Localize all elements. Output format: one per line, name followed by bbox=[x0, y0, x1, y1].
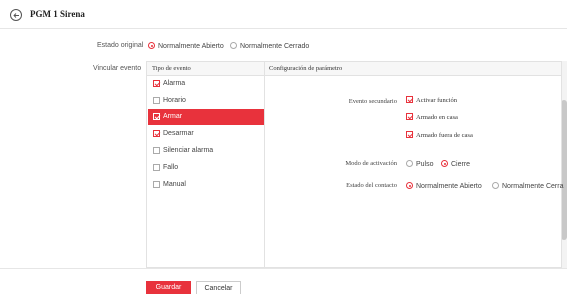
col-header-tipo-evento: Tipo de evento bbox=[152, 65, 191, 72]
radio-cierre[interactable]: Cierre bbox=[441, 160, 470, 168]
radio-normalmente-abierto[interactable]: Normalmente Abierto bbox=[148, 42, 224, 50]
checkbox-checked[interactable] bbox=[153, 80, 160, 87]
radio-contacto-normalmente-cerrado[interactable]: Normalmente Cerra bbox=[492, 182, 563, 190]
checkbox-armado-en-casa[interactable]: Armado en casa bbox=[406, 113, 458, 121]
event-item-silenciar-alarma[interactable]: Silenciar alarma bbox=[148, 143, 264, 159]
checkbox-checked[interactable] bbox=[406, 131, 413, 138]
event-item-desarmar[interactable]: Desarmar bbox=[148, 126, 264, 142]
radio-pulso[interactable]: Pulso bbox=[406, 160, 434, 168]
estado-contacto-label: Estado del contacto bbox=[346, 182, 397, 189]
radio-contacto-normalmente-abierto[interactable]: Normalmente Abierto bbox=[406, 182, 482, 190]
checkbox[interactable] bbox=[153, 164, 160, 171]
radio-button[interactable] bbox=[230, 42, 237, 49]
panel-header bbox=[147, 62, 561, 76]
event-item-fallo[interactable]: Fallo bbox=[148, 160, 264, 176]
radio-button-checked[interactable] bbox=[406, 182, 413, 189]
vincular-evento-label: Vincular evento bbox=[93, 65, 142, 72]
event-item-horario[interactable]: Horario bbox=[148, 93, 264, 109]
radio-button-checked[interactable] bbox=[148, 42, 155, 49]
column-divider bbox=[264, 62, 265, 267]
page-title: PGM 1 Sirena bbox=[30, 9, 85, 19]
checkbox[interactable] bbox=[153, 147, 160, 154]
radio-normalmente-cerrado[interactable]: Normalmente Cerrado bbox=[230, 42, 309, 50]
checkbox-armado-fuera-de-casa[interactable]: Armado fuera de casa bbox=[406, 131, 473, 139]
event-link-panel: Tipo de evento Configuración de parámetr… bbox=[146, 61, 563, 268]
radio-button[interactable] bbox=[492, 182, 499, 189]
checkbox-checked[interactable] bbox=[153, 113, 160, 120]
modo-activacion-label: Modo de activación bbox=[345, 160, 397, 167]
checkbox-checked[interactable] bbox=[153, 130, 160, 137]
col-header-configuracion: Configuración de parámetro bbox=[269, 65, 343, 72]
header-bar: PGM 1 Sirena bbox=[0, 0, 567, 29]
event-item-alarma[interactable]: Alarma bbox=[148, 76, 264, 92]
checkbox[interactable] bbox=[153, 181, 160, 188]
footer-bar: Guardar Cancelar bbox=[0, 268, 567, 294]
checkbox[interactable] bbox=[153, 97, 160, 104]
save-button[interactable]: Guardar bbox=[146, 281, 191, 294]
radio-button-checked[interactable] bbox=[441, 160, 448, 167]
checkbox-checked[interactable] bbox=[406, 113, 413, 120]
checkbox-checked[interactable] bbox=[406, 96, 413, 103]
cancel-button[interactable]: Cancelar bbox=[196, 281, 241, 294]
estado-original-label: Estado original bbox=[97, 42, 144, 49]
arrow-left-icon bbox=[13, 13, 19, 18]
radio-button[interactable] bbox=[406, 160, 413, 167]
evento-secundario-label: Evento secundario bbox=[348, 98, 397, 105]
event-item-manual[interactable]: Manual bbox=[148, 177, 264, 193]
event-item-armar[interactable]: Armar bbox=[148, 109, 264, 125]
back-button[interactable] bbox=[10, 9, 22, 21]
checkbox-activar-funcion[interactable]: Activar función bbox=[406, 96, 457, 104]
